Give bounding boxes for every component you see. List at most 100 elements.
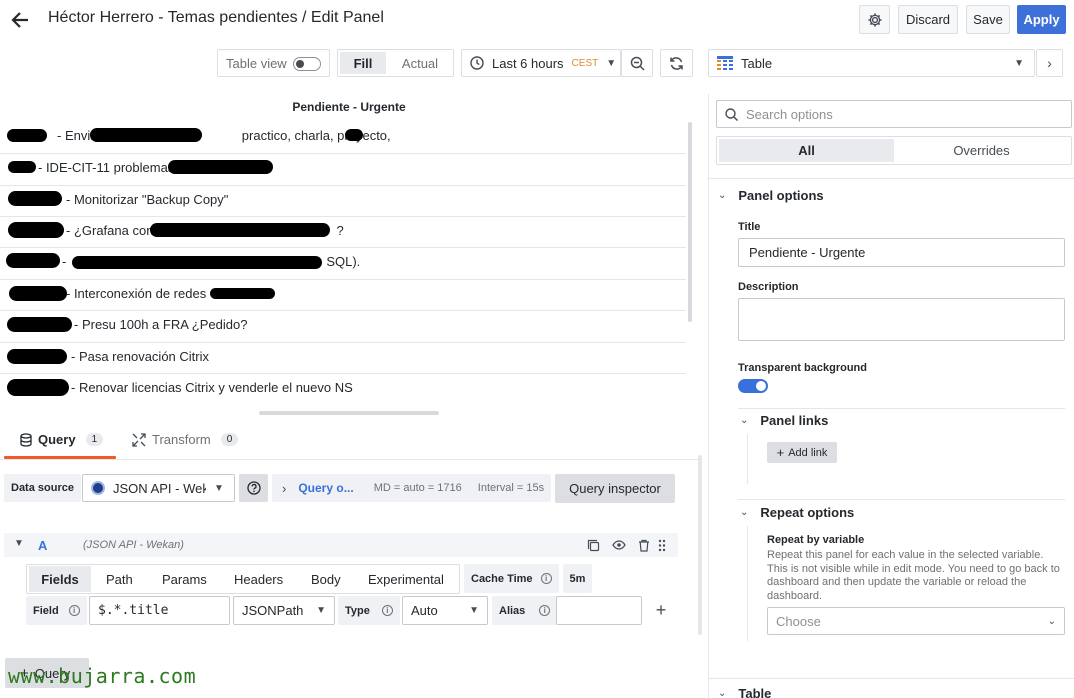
table-view-toggle[interactable]: Table view xyxy=(217,49,330,77)
subtab-body[interactable]: Body xyxy=(311,566,341,592)
add-link-button[interactable]: + Add link xyxy=(767,442,837,463)
fill-actual-group: Fill Actual xyxy=(337,49,454,77)
toggle-switch[interactable] xyxy=(293,57,321,71)
transparent-label: Transparent background xyxy=(738,362,867,374)
help-button[interactable] xyxy=(239,474,268,502)
redaction xyxy=(6,253,60,268)
title-label: Title xyxy=(738,221,761,233)
redaction xyxy=(210,288,275,299)
subtab-fields[interactable]: Fields xyxy=(29,566,91,592)
transparent-toggle[interactable] xyxy=(738,379,768,393)
alias-input[interactable] xyxy=(556,596,642,625)
collapse-query-icon[interactable]: ▼ xyxy=(14,538,24,549)
discard-button[interactable]: Discard xyxy=(898,5,958,34)
type-select[interactable]: Auto ▼ xyxy=(402,596,488,625)
redaction xyxy=(8,222,64,238)
options-pane-border xyxy=(708,94,709,698)
add-field-button[interactable]: + xyxy=(646,596,676,625)
zoom-out-icon xyxy=(630,56,645,71)
chevron-right-icon: › xyxy=(282,480,287,496)
tab-transform-count: 0 xyxy=(220,433,239,446)
data-source-label: Data source xyxy=(4,474,81,502)
field-type-select[interactable]: JSONPath ▼ xyxy=(233,596,335,625)
redaction xyxy=(90,128,202,142)
chevron-down-icon: ▼ xyxy=(214,482,224,494)
visualization-picker[interactable]: Table ▼ xyxy=(708,49,1035,77)
chevron-down-icon: ⌄ xyxy=(718,688,727,698)
description-textarea[interactable] xyxy=(738,298,1065,341)
max-data-points-info: MD = auto = 1716 xyxy=(373,482,462,494)
transform-icon xyxy=(132,432,146,447)
subtab-headers[interactable]: Headers xyxy=(234,566,283,592)
cache-time-label: Cache Time i xyxy=(464,564,559,593)
options-divider xyxy=(709,178,1074,179)
query-scrollbar[interactable] xyxy=(698,455,702,635)
repeat-options-bar xyxy=(747,526,748,641)
cache-time-value[interactable]: 5m xyxy=(563,564,592,593)
drag-handle-icon[interactable] xyxy=(657,538,667,552)
eye-icon[interactable] xyxy=(612,538,626,552)
table-row: - Interconexión de redes xyxy=(66,286,207,301)
redaction xyxy=(150,223,330,237)
subtab-experimental[interactable]: Experimental xyxy=(368,566,444,592)
redaction xyxy=(8,191,62,206)
trash-icon[interactable] xyxy=(637,538,651,552)
time-range-picker[interactable]: Last 6 hours CEST ▼ xyxy=(461,49,621,77)
chevron-down-icon: ⌄ xyxy=(740,507,749,518)
subtab-params[interactable]: Params xyxy=(162,566,207,592)
save-button[interactable]: Save xyxy=(966,5,1010,34)
panel-scrollbar[interactable] xyxy=(688,122,692,322)
collapse-options-button[interactable]: › xyxy=(1036,49,1063,77)
redaction xyxy=(7,349,67,364)
repeat-variable-select[interactable]: Choose ⌄ xyxy=(767,607,1065,635)
search-options-input[interactable]: Search options xyxy=(716,100,1072,128)
chevron-down-icon: ⌄ xyxy=(1047,615,1056,627)
title-input[interactable]: Pendiente - Urgente xyxy=(738,238,1065,267)
table-section-header[interactable]: ⌄ Table xyxy=(718,686,771,698)
help-icon xyxy=(246,481,261,495)
tab-overrides[interactable]: Overrides xyxy=(894,139,1069,162)
panel-links-header[interactable]: ⌄ Panel links xyxy=(740,413,828,428)
redaction xyxy=(8,161,36,173)
tab-query-count: 1 xyxy=(85,433,104,446)
table-row: - Monitorizar "Backup Copy" xyxy=(66,192,229,207)
redaction xyxy=(7,379,69,396)
query-datasource-hint: (JSON API - Wekan) xyxy=(83,539,184,551)
repeat-help-text: Repeat this panel for each value in the … xyxy=(767,549,1060,602)
plus-icon: + xyxy=(655,600,667,620)
field-input[interactable]: $.*.title xyxy=(89,596,230,625)
data-source-select[interactable]: JSON API - Wekan ▼ xyxy=(82,474,235,502)
refresh-icon xyxy=(670,56,683,70)
panel-options-header[interactable]: ⌄ Panel options xyxy=(718,188,824,203)
repeat-divider xyxy=(738,499,1065,500)
tab-all[interactable]: All xyxy=(719,139,894,162)
panel-resize-handle[interactable] xyxy=(259,411,439,415)
timezone-label: CEST xyxy=(571,57,599,69)
apply-button[interactable]: Apply xyxy=(1017,5,1066,34)
panel-links-divider xyxy=(738,408,1065,409)
query-inspector-button[interactable]: Query inspector xyxy=(555,474,675,503)
repeat-options-header[interactable]: ⌄ Repeat options xyxy=(740,505,854,520)
page-title: Héctor Herrero - Temas pendientes / Edit… xyxy=(48,9,384,26)
panel-links-bar xyxy=(747,434,748,484)
redaction xyxy=(9,286,67,301)
plus-icon: + xyxy=(776,445,785,460)
database-icon xyxy=(20,432,32,447)
tab-query[interactable]: Query 1 xyxy=(20,432,104,447)
settings-button[interactable] xyxy=(859,5,890,34)
zoom-out-button[interactable] xyxy=(621,49,653,77)
fill-option[interactable]: Fill xyxy=(340,52,386,74)
tab-transform[interactable]: Transform 0 xyxy=(132,432,239,447)
query-options-bar[interactable]: › Query o... MD = auto = 1716 Interval =… xyxy=(272,474,551,502)
actual-option[interactable]: Actual xyxy=(390,52,450,74)
time-range-label: Last 6 hours xyxy=(492,55,564,71)
table-row: - Renovar licencias Citrix y venderle el… xyxy=(71,380,353,395)
query-ref-id[interactable]: A xyxy=(38,538,47,553)
duplicate-query-icon[interactable] xyxy=(586,538,600,552)
query-options-label[interactable]: Query o... xyxy=(298,481,353,495)
back-arrow-icon[interactable] xyxy=(8,8,32,32)
subtab-path[interactable]: Path xyxy=(106,566,133,592)
refresh-button[interactable] xyxy=(660,49,693,77)
search-icon xyxy=(725,107,738,121)
visualization-label: Table xyxy=(741,55,773,71)
